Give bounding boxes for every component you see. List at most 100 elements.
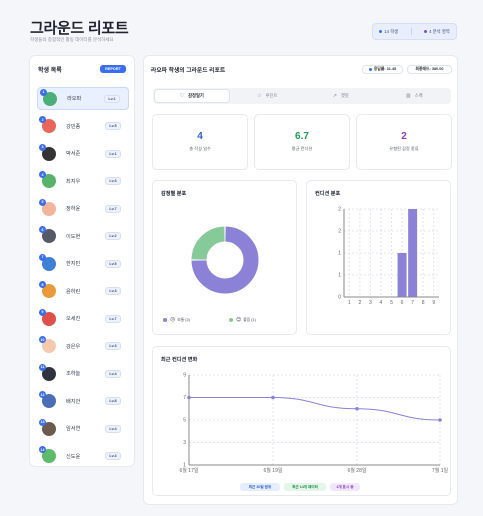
report-title: 라오파 학생의 그라운드 리포트	[151, 68, 226, 74]
bar-x-tick-label: 3	[369, 300, 372, 306]
student-avatar: 11	[39, 363, 56, 381]
student-level-badge: Lv.3	[105, 287, 121, 295]
student-avatar: 4	[39, 171, 56, 188]
student-row[interactable]: 5 정하윤 Lv.7	[37, 197, 129, 220]
condition-distribution-chart: 컨디션 분포 01122123456789	[306, 180, 451, 335]
condition-bar-6	[397, 253, 407, 297]
metric-avg-condition-label: 평균 컨디션	[291, 146, 313, 151]
student-avatar: 7	[39, 253, 56, 271]
student-name: 임서연	[66, 426, 81, 432]
student-row[interactable]: 10 강은우 Lv.3	[37, 335, 129, 358]
legend-swatch-good	[229, 318, 233, 322]
bar-x-tick-label: 5	[390, 300, 393, 306]
student-row[interactable]: 9 오세진 Lv.7	[37, 307, 129, 330]
response-rate-pill: 응답률: 31.45	[362, 65, 403, 74]
tab-chatbot[interactable]: ↗ 챗봇	[304, 88, 378, 104]
student-row[interactable]: 4 최지우 Lv.3	[37, 170, 129, 193]
student-avatar: 10	[39, 336, 56, 353]
student-avatar: 1	[40, 88, 57, 106]
report-panel: 라오파 학생의 그라운드 리포트 응답률: 31.45 최종레드: 380.00…	[143, 55, 458, 505]
badge-data-count: 최근 14개 데이터	[284, 483, 326, 491]
tab-emotion-diary[interactable]: ♡ 감정일기	[154, 89, 230, 103]
student-number-badge: 8	[39, 281, 46, 288]
condition-trend-svg: 135796월 17일 6월 19일 6월 28일 7월 1일	[180, 373, 449, 475]
student-number-badge: 12	[39, 391, 46, 398]
trend-icon: ↗	[332, 93, 337, 99]
stats-divider	[410, 28, 412, 35]
line-x-tick-label: 6월 28일	[348, 467, 367, 474]
bar-x-tick-label: 2	[358, 300, 361, 306]
line-x-tick-label: 7월 1일	[432, 467, 449, 474]
student-number-badge: 6	[39, 226, 46, 233]
metric-total-days-value: 4	[197, 131, 203, 142]
report-button[interactable]: REPORT	[100, 65, 126, 73]
student-name: 박서준	[66, 151, 81, 157]
tab-routine[interactable]: ☆ 루틴트	[231, 88, 305, 104]
student-avatar: 8	[39, 281, 56, 298]
metric-emotion-types: 2 유형된 감정 종류	[356, 114, 452, 170]
line-x-tick-label: 6월 19일	[264, 467, 283, 474]
student-row[interactable]: 11 조하늘 Lv.4	[37, 362, 129, 385]
student-name: 오세진	[66, 316, 81, 322]
condition-trend-line	[188, 397, 441, 421]
line-y-tick-label: 3	[183, 440, 186, 446]
student-avatar: 9	[39, 308, 56, 326]
student-row[interactable]: 14 신도윤 Lv.3	[37, 445, 129, 468]
condition-bar-svg: 0 1 1 2 2 1 2 3 4 5 6 7 8 9	[338, 207, 439, 306]
area-count-stat: 4 분석 영역	[424, 29, 450, 35]
response-rate-dot-icon	[368, 68, 372, 71]
tab-spec[interactable]: ▥ 스펙	[378, 88, 452, 104]
bar-x-tick-label: 8	[422, 300, 425, 306]
student-list-title: 학생 목록	[38, 68, 62, 74]
line-y-tick-label: 5	[183, 418, 186, 424]
student-name: 조하늘	[66, 371, 81, 377]
bar-x-tick-label: 7	[411, 300, 414, 306]
badge-shown-count: 4개 표시 중	[330, 483, 360, 491]
student-name: 라오파	[67, 96, 82, 102]
bar-y-tick-label: 0	[338, 295, 341, 301]
condition-trend-point	[271, 395, 275, 400]
student-count-stat: 14 학생	[379, 29, 398, 35]
metric-total-days: 4 총 작성 일수	[152, 114, 248, 170]
student-row[interactable]: 6 이도현 Lv.2	[37, 225, 129, 248]
line-y-tick-label: 9	[183, 373, 186, 379]
student-name: 한지민	[66, 261, 81, 267]
student-row[interactable]: 2 강민종 Lv.5	[37, 115, 129, 138]
final-score-pill: 최종레드: 380.00	[407, 65, 452, 74]
student-number-badge: 2	[39, 116, 46, 123]
student-row[interactable]: 7 한지민 Lv.5	[37, 252, 129, 275]
student-number-badge: 10	[39, 336, 46, 343]
student-row[interactable]: 1 라오파 Lv.1	[37, 87, 129, 110]
page-subtitle: 학생들의 종합적인 활동 데이터를 분석하세요	[30, 37, 114, 42]
student-name: 이도현	[66, 233, 81, 240]
student-level-badge: Lv.3	[105, 342, 121, 350]
metric-avg-condition-value: 6.7	[295, 131, 309, 142]
student-name: 강은우	[66, 343, 81, 350]
student-row[interactable]: 8 윤하린 Lv.3	[37, 280, 129, 303]
donut-slice-1	[191, 226, 226, 261]
smile-face-icon: 😊	[236, 317, 242, 323]
student-number-badge: 13	[39, 418, 46, 426]
student-number-badge: 11	[39, 363, 46, 371]
student-row[interactable]: 13 임서연 Lv.4	[37, 417, 129, 440]
page-title: 그라운드 리포트	[30, 20, 129, 37]
student-row[interactable]: 3 박서준 Lv.1	[37, 142, 129, 165]
student-number-badge: 5	[39, 198, 46, 206]
heart-icon: ♡	[179, 93, 185, 99]
student-number-badge: 9	[39, 308, 46, 316]
student-avatar: 14	[39, 446, 56, 463]
student-avatar: 5	[39, 198, 56, 216]
summary-stats: 14 학생 4 분석 영역	[372, 23, 457, 40]
metric-emotion-types-label: 유형된 감정 종류	[389, 146, 419, 151]
student-row[interactable]: 12 배지안 Lv.8	[37, 390, 129, 413]
student-level-badge: Lv.5	[105, 122, 121, 130]
student-level-badge: Lv.4	[105, 369, 121, 378]
student-name: 배지안	[66, 398, 81, 405]
metric-avg-condition: 6.7 평균 컨디션	[254, 114, 350, 170]
report-tabs: ♡ 감정일기 ☆ 루틴트 ↗ 챗봇 ▥ 스펙	[153, 88, 451, 104]
student-list-panel: 학생 목록 REPORT 1 라오파 Lv.1 2 강민종 Lv.5 3 박서준 Lv.1 4 최지…	[29, 55, 135, 467]
legend-swatch-normal	[163, 318, 167, 322]
condition-bar-7	[408, 209, 418, 297]
metric-emotion-types-value: 2	[401, 131, 407, 142]
bar-x-tick-label: 9	[432, 300, 435, 306]
